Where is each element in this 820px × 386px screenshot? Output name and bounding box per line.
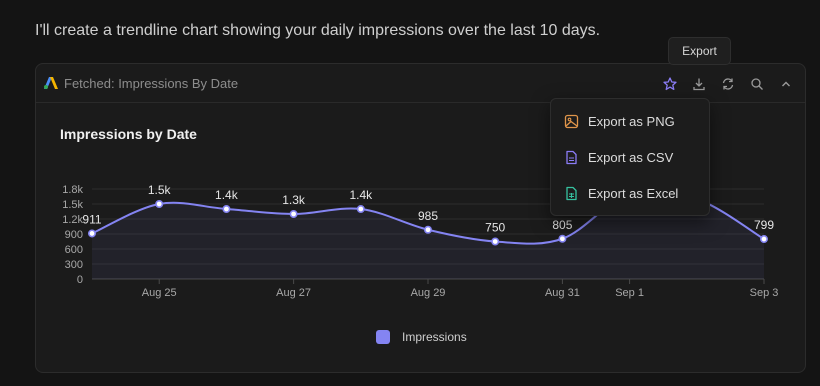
data-label: 805 (552, 218, 572, 232)
export-menu: Export as PNG Export as CSV Export as Ex… (550, 98, 710, 216)
data-label: 1.4k (349, 188, 373, 202)
data-point (356, 205, 365, 214)
export-png-label: Export as PNG (588, 113, 675, 129)
data-point (759, 235, 768, 244)
data-label: 750 (485, 221, 505, 235)
x-tick-label: Aug 27 (276, 287, 311, 299)
data-point (491, 237, 500, 246)
data-label: 911 (82, 212, 101, 226)
data-point (558, 234, 567, 243)
legend-swatch (376, 330, 390, 344)
x-tick-label: Aug 31 (545, 287, 580, 299)
data-point (155, 200, 164, 209)
data-point (423, 225, 432, 234)
data-label: 799 (754, 218, 774, 232)
file-icon (563, 149, 579, 165)
data-label: 1.3k (282, 193, 306, 207)
y-tick-label: 1.2k (62, 214, 83, 226)
chart-legend[interactable]: Impressions (376, 330, 467, 344)
export-excel-label: Export as Excel (588, 185, 679, 201)
spreadsheet-icon (563, 185, 579, 201)
data-point (289, 210, 298, 219)
image-icon (563, 113, 579, 129)
y-tick-label: 900 (65, 229, 83, 241)
data-point (222, 205, 231, 214)
data-label: 985 (418, 209, 438, 223)
y-tick-label: 1.5k (62, 199, 83, 211)
legend-label: Impressions (402, 330, 467, 344)
data-label: 1.5k (148, 183, 172, 197)
y-tick-label: 1.8k (62, 184, 83, 196)
export-csv-label: Export as CSV (588, 149, 674, 165)
export-tooltip: Export (668, 37, 731, 65)
x-tick-label: Sep 3 (750, 287, 779, 299)
export-excel-item[interactable]: Export as Excel (563, 182, 703, 204)
y-tick-label: 300 (65, 259, 83, 271)
chart-title: Impressions by Date (60, 126, 197, 142)
x-tick-label: Aug 25 (142, 287, 177, 299)
x-tick-label: Aug 29 (411, 287, 446, 299)
export-csv-item[interactable]: Export as CSV (563, 146, 703, 168)
export-png-item[interactable]: Export as PNG (563, 110, 703, 132)
data-point (88, 229, 97, 238)
x-tick-label: Sep 1 (615, 287, 644, 299)
data-label: 1.4k (215, 188, 239, 202)
y-tick-label: 0 (77, 274, 83, 286)
y-tick-label: 600 (65, 244, 83, 256)
